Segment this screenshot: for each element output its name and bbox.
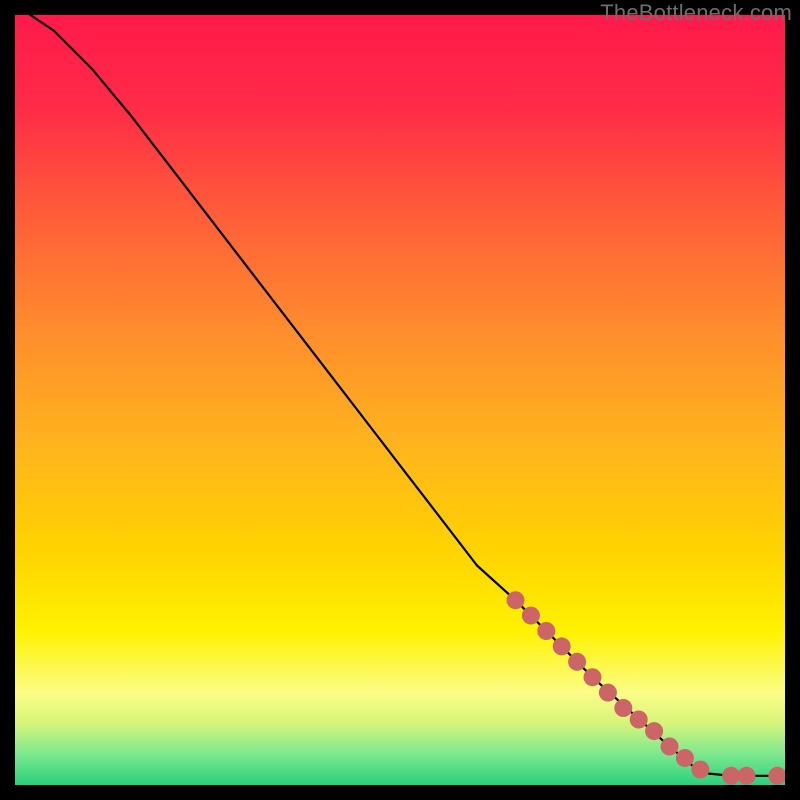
data-dot — [676, 749, 694, 767]
data-dot — [537, 622, 555, 640]
data-dot — [507, 591, 525, 609]
data-dot — [553, 637, 571, 655]
data-dot — [722, 767, 740, 785]
data-dot — [691, 761, 709, 779]
data-dot — [645, 722, 663, 740]
plot-area — [15, 15, 785, 785]
data-dot — [768, 767, 785, 785]
data-dot — [568, 653, 586, 671]
curve-layer — [15, 15, 785, 785]
data-dot — [661, 738, 679, 756]
data-dot — [630, 711, 648, 729]
data-dot — [614, 699, 632, 717]
chart-frame: TheBottleneck.com — [0, 0, 800, 800]
data-dot — [599, 684, 617, 702]
data-dot — [522, 607, 540, 625]
data-dot — [584, 668, 602, 686]
watermark-text: TheBottleneck.com — [600, 0, 792, 26]
data-dots — [507, 591, 786, 785]
bottleneck-curve — [30, 15, 777, 776]
data-dot — [738, 767, 756, 785]
